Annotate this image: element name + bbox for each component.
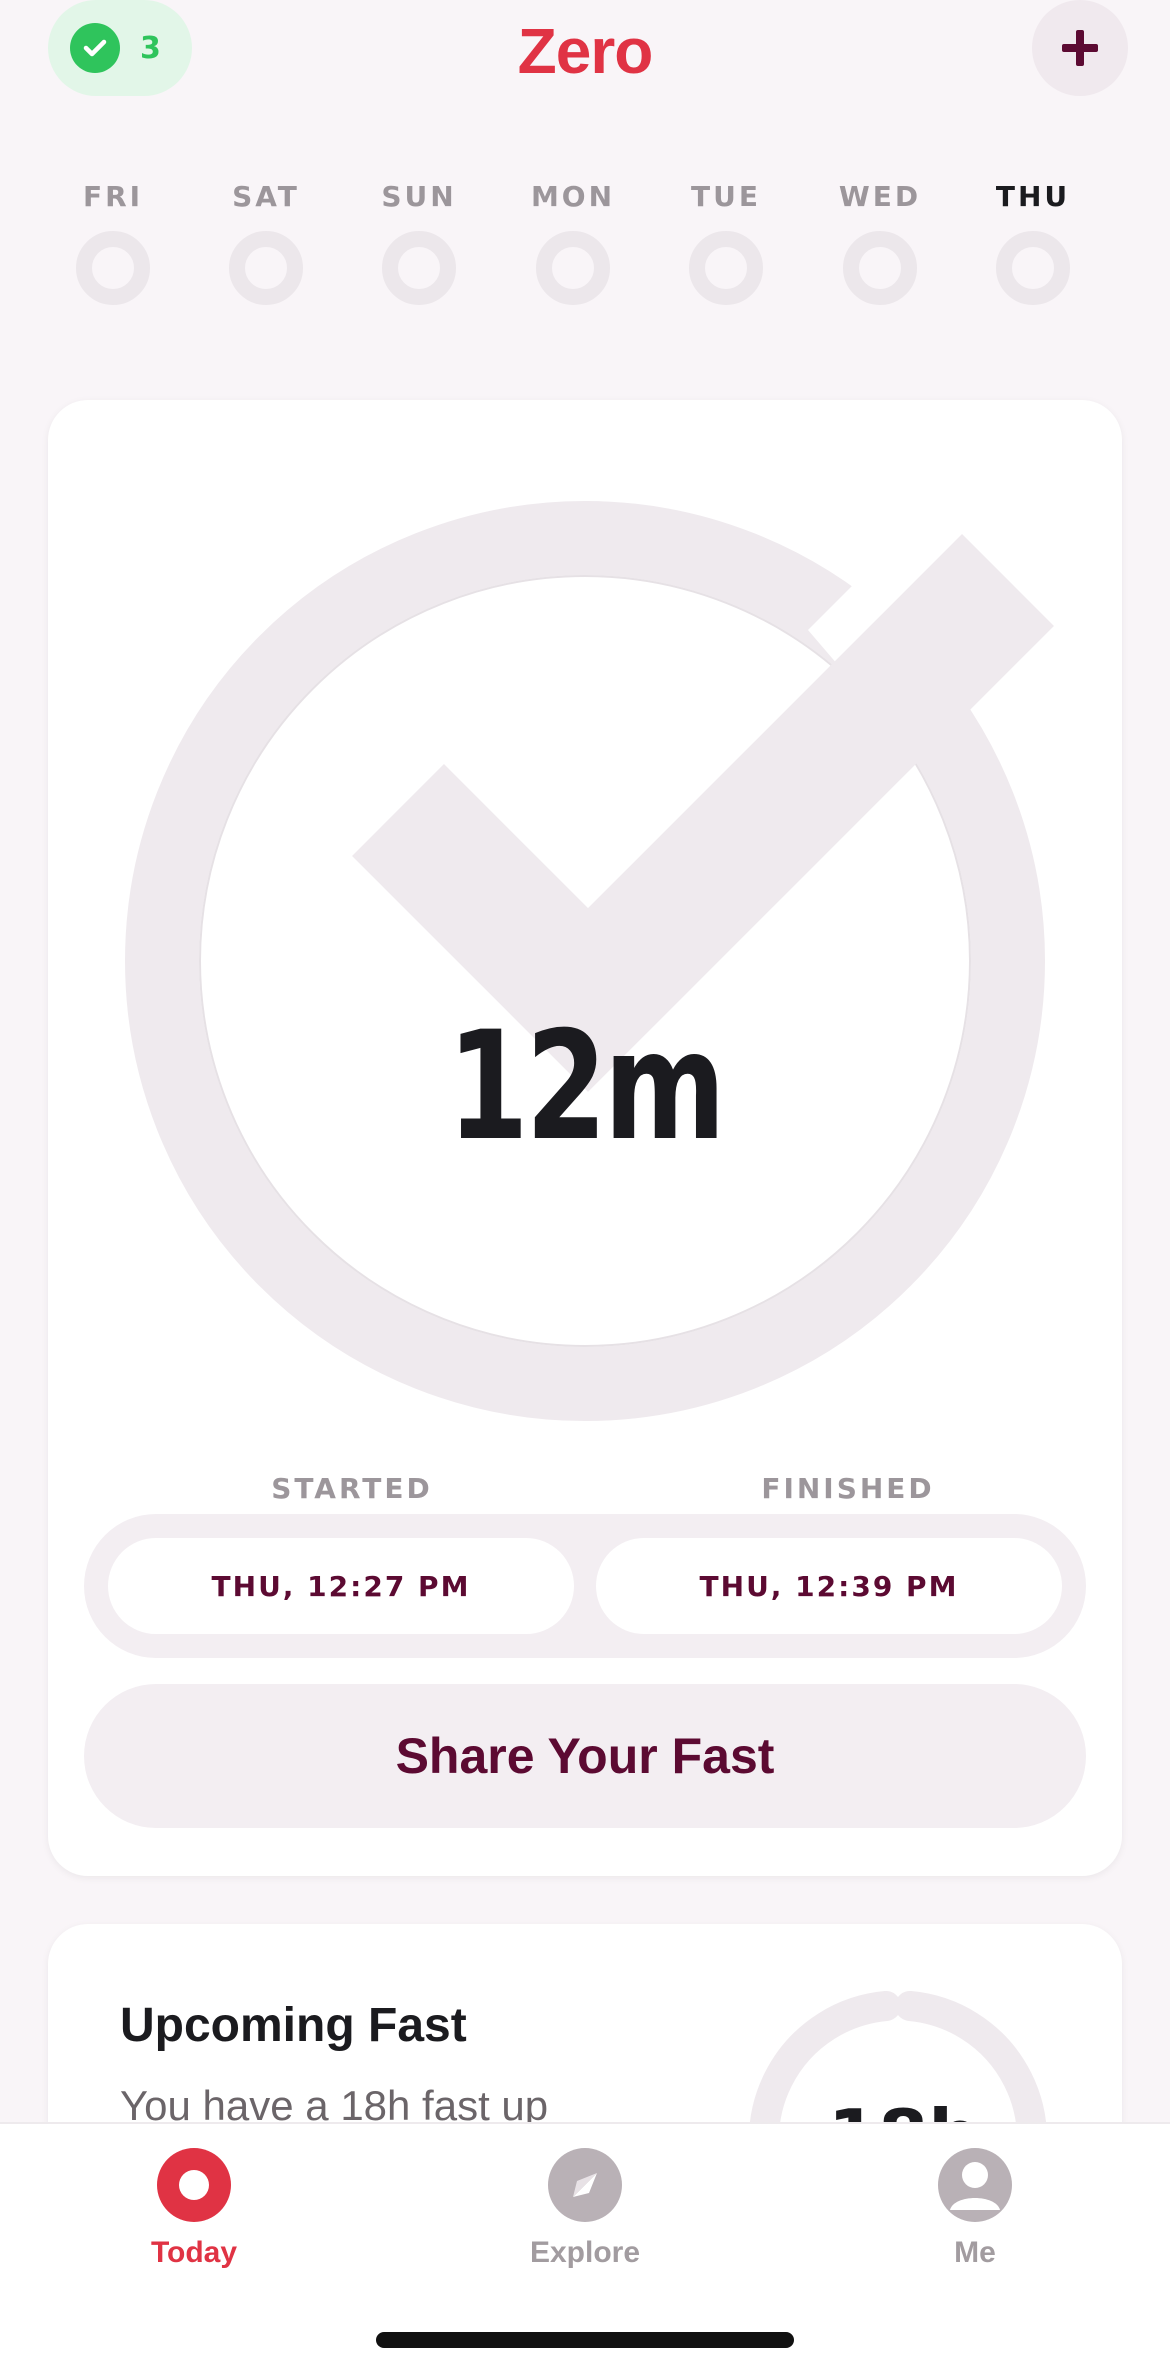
plus-icon bbox=[1062, 30, 1098, 66]
day-label: WED bbox=[838, 180, 922, 213]
day-thu[interactable]: THU bbox=[973, 180, 1093, 305]
tab-today[interactable]: Today bbox=[94, 2148, 294, 2270]
tab-label: Explore bbox=[529, 2236, 641, 2269]
started-time-button[interactable]: THU, 12:27 PM bbox=[108, 1538, 574, 1634]
person-icon bbox=[938, 2148, 1012, 2222]
tab-me[interactable]: Me bbox=[875, 2148, 1075, 2270]
day-label: MON bbox=[530, 180, 616, 213]
finished-label: FINISHED bbox=[761, 1472, 935, 1505]
timer-ring bbox=[125, 460, 1054, 1421]
day-label: FRI bbox=[82, 180, 144, 213]
day-ring bbox=[229, 231, 303, 305]
day-ring bbox=[382, 231, 456, 305]
share-fast-button[interactable]: Share Your Fast bbox=[84, 1684, 1086, 1828]
upcoming-title: Upcoming Fast bbox=[120, 1999, 467, 2052]
tab-label: Me bbox=[954, 2236, 996, 2269]
week-strip: FRI SAT SUN MON TUE WED THU bbox=[48, 180, 1122, 310]
day-label: TUE bbox=[691, 180, 761, 213]
elapsed-time: 12m bbox=[447, 1000, 725, 1174]
day-label: SUN bbox=[381, 180, 457, 213]
day-label: SAT bbox=[232, 180, 300, 213]
day-sun[interactable]: SUN bbox=[359, 180, 479, 305]
day-ring bbox=[843, 231, 917, 305]
compass-icon bbox=[548, 2148, 622, 2222]
times-track: THU, 12:27 PM THU, 12:39 PM bbox=[84, 1514, 1086, 1658]
day-fri[interactable]: FRI bbox=[53, 180, 173, 305]
day-ring bbox=[76, 231, 150, 305]
add-button[interactable] bbox=[1032, 0, 1128, 96]
day-wed[interactable]: WED bbox=[820, 180, 940, 305]
fast-card: 12m STARTED FINISHED THU, 12:27 PM THU, … bbox=[48, 400, 1122, 1876]
home-indicator bbox=[376, 2332, 794, 2348]
finished-time-button[interactable]: THU, 12:39 PM bbox=[596, 1538, 1062, 1634]
day-ring bbox=[689, 231, 763, 305]
tab-label: Today bbox=[150, 2236, 238, 2269]
app-title: Zero bbox=[517, 15, 654, 87]
tab-explore[interactable]: Explore bbox=[485, 2148, 685, 2270]
day-sat[interactable]: SAT bbox=[206, 180, 326, 305]
checkmark-icon bbox=[352, 534, 1054, 1092]
day-label: THU bbox=[995, 180, 1071, 213]
day-tue[interactable]: TUE bbox=[666, 180, 786, 305]
record-icon bbox=[157, 2148, 231, 2222]
day-mon[interactable]: MON bbox=[513, 180, 633, 305]
day-ring bbox=[996, 231, 1070, 305]
started-label: STARTED bbox=[271, 1472, 433, 1505]
day-ring bbox=[536, 231, 610, 305]
